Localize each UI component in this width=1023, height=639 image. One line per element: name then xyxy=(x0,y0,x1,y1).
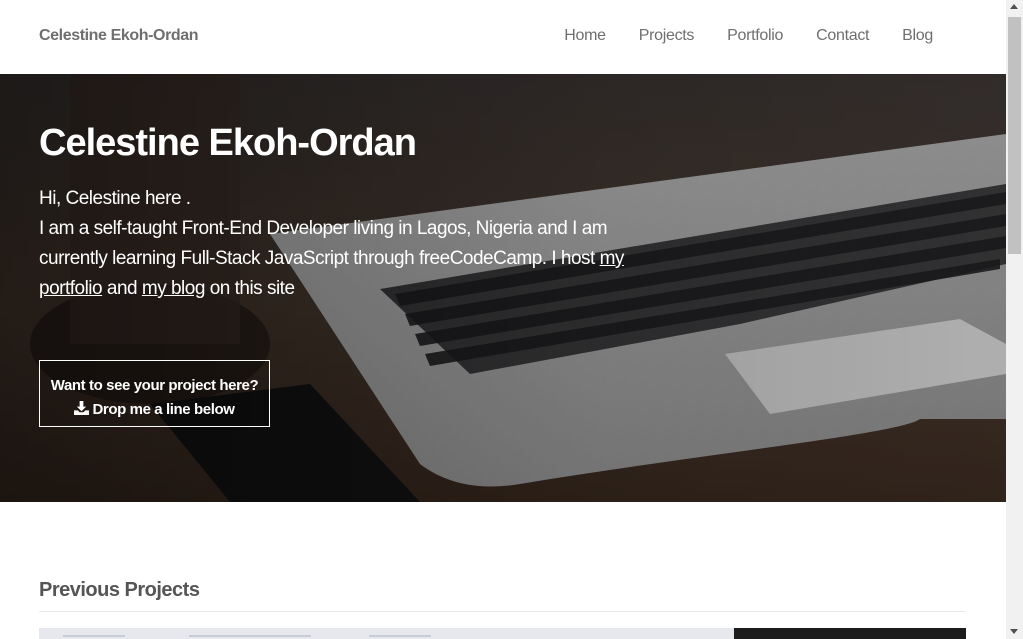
hero-greeting: Hi, Celestine here . xyxy=(39,188,191,209)
thumbnail-detail xyxy=(189,635,251,637)
thumbnail-detail xyxy=(369,635,431,637)
nav-link-portfolio[interactable]: Portfolio xyxy=(727,26,783,46)
nav-link-projects[interactable]: Projects xyxy=(639,26,695,46)
thumbnail-detail xyxy=(249,635,311,637)
hero-intro: Hi, Celestine here . I am a self-taught … xyxy=(39,184,639,304)
cta-line-2: Drop me a line below xyxy=(92,400,235,418)
download-icon xyxy=(74,400,90,415)
nav-link-contact[interactable]: Contact xyxy=(816,26,869,46)
hero-section: Celestine Ekoh-Ordan Hi, Celestine here … xyxy=(0,74,1006,502)
project-thumbnail-2[interactable] xyxy=(734,628,966,639)
blog-link[interactable]: my blog xyxy=(142,278,206,299)
previous-projects-heading: Previous Projects xyxy=(39,579,200,601)
nav-item-portfolio: Portfolio xyxy=(727,26,783,46)
scroll-down-arrow-icon[interactable] xyxy=(1010,629,1018,634)
nav-item-projects: Projects xyxy=(639,26,695,46)
contact-cta-button[interactable]: Want to see your project here? Drop me a… xyxy=(39,360,270,427)
scrollbar-thumb[interactable] xyxy=(1008,17,1021,254)
nav-item-contact: Contact xyxy=(816,26,869,46)
hero-content: Celestine Ekoh-Ordan Hi, Celestine here … xyxy=(39,120,639,304)
hero-title: Celestine Ekoh-Ordan xyxy=(39,122,417,164)
nav-item-home: Home xyxy=(564,26,606,46)
scroll-up-arrow-icon[interactable] xyxy=(1010,4,1018,9)
cta-line-2-wrap: Drop me a line below xyxy=(46,398,263,422)
top-navbar: Celestine Ekoh-Ordan Home Projects Portf… xyxy=(0,0,1006,74)
nav-menu: Home Projects Portfolio Contact Blog xyxy=(564,26,933,46)
nav-item-blog: Blog xyxy=(902,26,933,46)
vertical-scrollbar[interactable] xyxy=(1006,0,1023,639)
thumbnail-detail xyxy=(63,635,125,637)
hero-suffix: on this site xyxy=(209,278,295,299)
nav-link-blog[interactable]: Blog xyxy=(902,26,933,46)
project-thumbnail-1[interactable] xyxy=(39,628,734,639)
hero-and: and xyxy=(106,278,138,299)
nav-link-home[interactable]: Home xyxy=(564,26,606,46)
hero-bio: I am a self-taught Front-End Developer l… xyxy=(39,218,608,269)
section-divider xyxy=(39,611,966,612)
brand-link[interactable]: Celestine Ekoh-Ordan xyxy=(39,26,199,46)
cta-line-1: Want to see your project here? xyxy=(50,376,259,394)
page: Celestine Ekoh-Ordan Home Projects Portf… xyxy=(0,0,1006,639)
